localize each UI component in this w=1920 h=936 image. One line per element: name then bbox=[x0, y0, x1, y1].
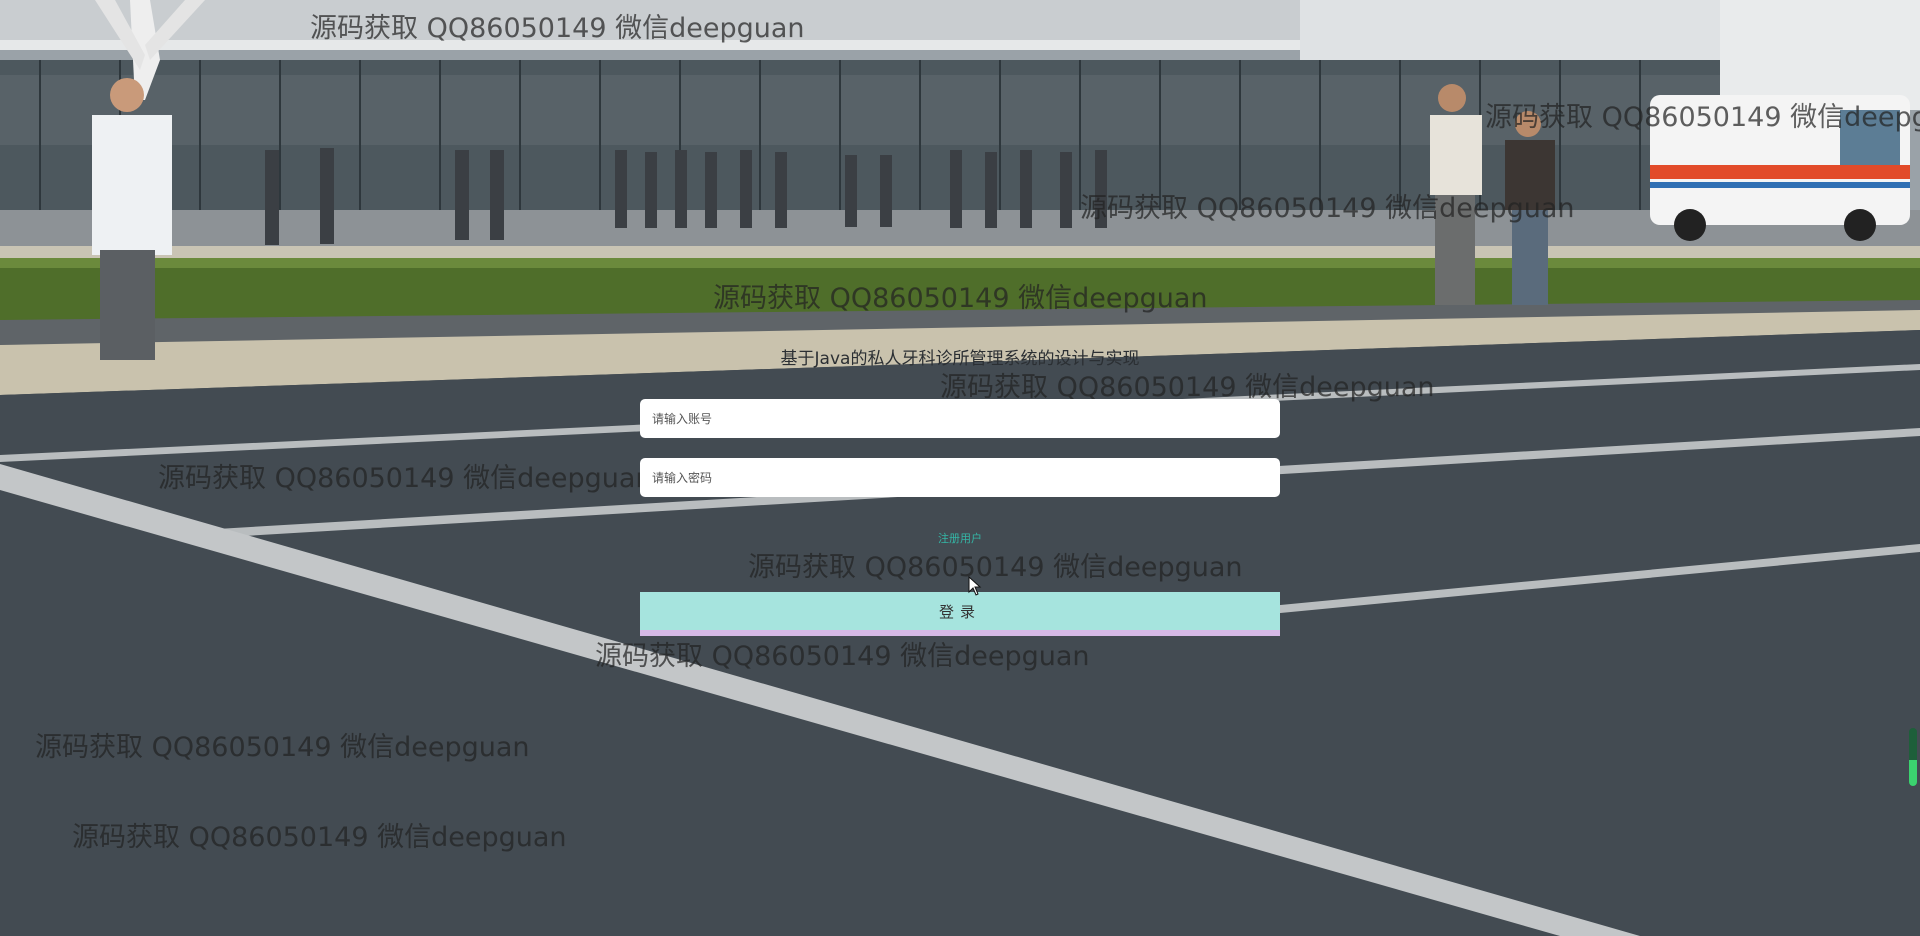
scroll-indicator-fill bbox=[1909, 759, 1917, 786]
page-title: 基于Java的私人牙科诊所管理系统的设计与实现 bbox=[780, 349, 1140, 369]
register-link[interactable]: 注册用户 bbox=[0, 530, 1920, 546]
login-button[interactable]: 登录 bbox=[640, 592, 1280, 636]
username-input[interactable] bbox=[640, 399, 1280, 438]
password-input[interactable] bbox=[640, 458, 1280, 497]
scroll-indicator bbox=[1909, 728, 1917, 786]
mouse-cursor-icon bbox=[968, 575, 982, 600]
